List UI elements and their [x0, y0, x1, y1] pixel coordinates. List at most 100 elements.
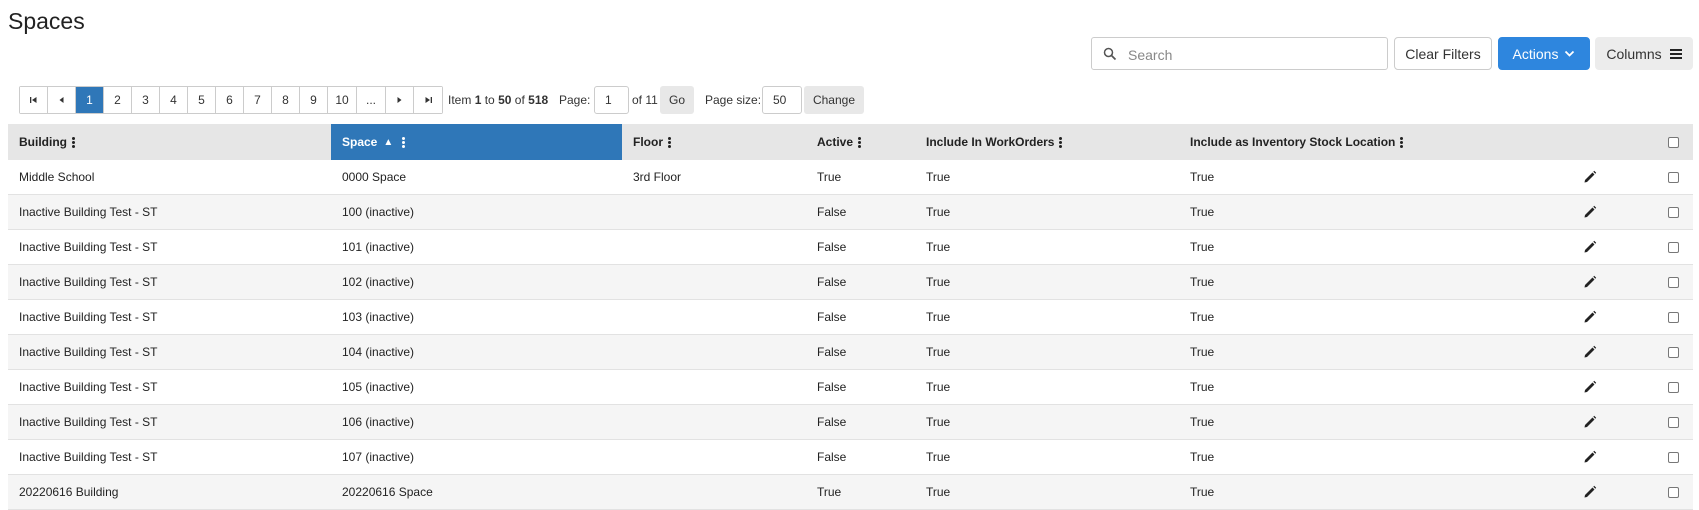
edit-pencil-icon[interactable]	[1583, 415, 1597, 429]
cell-active: False	[817, 310, 847, 324]
table-row[interactable]: Inactive Building Test - ST 101 (inactive…	[8, 230, 1693, 265]
table-row[interactable]: Inactive Building Test - ST 104 (inactive…	[8, 335, 1693, 370]
search-input[interactable]	[1126, 42, 1380, 67]
edit-pencil-icon[interactable]	[1583, 310, 1597, 324]
change-page-size-button[interactable]: Change	[804, 86, 864, 114]
cell-space: 106 (inactive)	[342, 415, 415, 429]
page-number: 3	[142, 93, 149, 107]
column-menu-icon[interactable]	[1059, 136, 1063, 149]
column-header-space[interactable]: Space ▲	[331, 124, 622, 160]
of-pages-label: of 11	[632, 93, 658, 107]
table-row[interactable]: Inactive Building Test - ST 100 (inactive…	[8, 195, 1693, 230]
cell-floor	[622, 475, 806, 509]
column-header-active[interactable]: Active	[806, 124, 915, 160]
cell-space: 102 (inactive)	[342, 275, 415, 289]
item-prefix: Item	[448, 93, 472, 107]
last-page-icon	[425, 97, 432, 103]
edit-pencil-icon[interactable]	[1583, 205, 1597, 219]
page-number: 6	[226, 93, 233, 107]
page-5-button[interactable]: 5	[188, 87, 216, 113]
cell-building: Inactive Building Test - ST	[19, 205, 158, 219]
row-select-checkbox[interactable]	[1668, 312, 1679, 323]
row-select-checkbox[interactable]	[1668, 487, 1679, 498]
page-4-button[interactable]: 4	[160, 87, 188, 113]
edit-pencil-icon[interactable]	[1583, 450, 1597, 464]
page-2-button[interactable]: 2	[104, 87, 132, 113]
column-header-floor[interactable]: Floor	[622, 124, 806, 160]
actions-button[interactable]: Actions	[1498, 37, 1590, 70]
edit-pencil-icon[interactable]	[1583, 240, 1597, 254]
page-6-button[interactable]: 6	[216, 87, 244, 113]
table-row[interactable]: Middle School 0000 Space 3rd Floor True True…	[8, 160, 1693, 195]
cell-include-in-workorders: True	[926, 380, 951, 394]
cell-include-inventory: True	[1190, 485, 1215, 499]
column-title: Include In WorkOrders	[926, 135, 1055, 149]
edit-pencil-icon[interactable]	[1583, 380, 1597, 394]
last-page-button[interactable]	[414, 87, 442, 113]
menu-lines-icon	[1669, 48, 1682, 59]
next-page-button[interactable]	[386, 87, 414, 113]
row-select-checkbox[interactable]	[1668, 242, 1679, 253]
row-select-checkbox[interactable]	[1668, 277, 1679, 288]
item-of-word: of	[514, 93, 525, 107]
column-header-include-in-workorders[interactable]: Include In WorkOrders	[915, 124, 1179, 160]
clear-filters-label: Clear Filters	[1405, 45, 1481, 62]
sort-ascending-icon: ▲	[383, 136, 394, 148]
first-page-icon	[30, 97, 37, 103]
row-select-checkbox[interactable]	[1668, 382, 1679, 393]
column-header-building[interactable]: Building	[8, 124, 331, 160]
cell-active: False	[817, 415, 847, 429]
search-icon	[1103, 47, 1117, 61]
page-3-button[interactable]: 3	[132, 87, 160, 113]
row-select-checkbox[interactable]	[1668, 452, 1679, 463]
table-row[interactable]: Inactive Building Test - ST 105 (inactive…	[8, 370, 1693, 405]
edit-pencil-icon[interactable]	[1583, 345, 1597, 359]
select-all-checkbox[interactable]	[1668, 137, 1679, 148]
page-8-button[interactable]: 8	[272, 87, 300, 113]
cell-include-inventory: True	[1190, 275, 1215, 289]
columns-label: Columns	[1606, 45, 1662, 62]
table-row[interactable]: 20220616 Building 20220616 Space True True T…	[8, 475, 1693, 510]
column-menu-icon[interactable]	[1400, 136, 1404, 149]
row-select-checkbox[interactable]	[1668, 417, 1679, 428]
table-row[interactable]: Inactive Building Test - ST 107 (inactive…	[8, 440, 1693, 475]
page-7-button[interactable]: 7	[244, 87, 272, 113]
cell-floor	[622, 230, 806, 264]
page-9-button[interactable]: 9	[300, 87, 328, 113]
edit-pencil-icon[interactable]	[1583, 170, 1597, 184]
column-menu-icon[interactable]	[668, 136, 671, 149]
cell-include-in-workorders: True	[926, 415, 951, 429]
page-size-input[interactable]	[762, 86, 802, 114]
column-menu-icon[interactable]	[402, 136, 406, 149]
column-menu-icon[interactable]	[72, 136, 75, 149]
columns-button[interactable]: Columns	[1595, 37, 1693, 70]
more-pages-button[interactable]: ...	[357, 87, 386, 113]
actions-label: Actions	[1512, 45, 1559, 62]
item-to-word: to	[484, 93, 495, 107]
edit-pencil-icon[interactable]	[1583, 485, 1597, 499]
row-select-checkbox[interactable]	[1668, 347, 1679, 358]
clear-filters-button[interactable]: Clear Filters	[1394, 37, 1492, 70]
cell-space: 107 (inactive)	[342, 450, 415, 464]
table-row[interactable]: Inactive Building Test - ST 106 (inactive…	[8, 405, 1693, 440]
table-row[interactable]: Inactive Building Test - ST 103 (inactive…	[8, 300, 1693, 335]
page-1-button[interactable]: 1	[76, 87, 104, 113]
change-label: Change	[812, 93, 856, 107]
cell-include-in-workorders: True	[926, 240, 951, 254]
page-10-button[interactable]: 10	[328, 87, 357, 113]
prev-page-button[interactable]	[48, 87, 76, 113]
cell-include-inventory: True	[1190, 345, 1215, 359]
table-row[interactable]: Inactive Building Test - ST 102 (inactive…	[8, 265, 1693, 300]
column-header-include-inventory[interactable]: Include as Inventory Stock Location	[1179, 124, 1479, 160]
page-number-input[interactable]	[594, 86, 629, 114]
search-box[interactable]	[1091, 37, 1388, 70]
column-menu-icon[interactable]	[858, 136, 862, 149]
row-select-checkbox[interactable]	[1668, 207, 1679, 218]
go-button[interactable]: Go	[660, 86, 694, 114]
cell-building: 20220616 Building	[19, 485, 119, 499]
row-select-checkbox[interactable]	[1668, 172, 1679, 183]
first-page-button[interactable]	[20, 87, 48, 113]
edit-pencil-icon[interactable]	[1583, 275, 1597, 289]
cell-active: True	[817, 170, 842, 184]
cell-include-in-workorders: True	[926, 205, 951, 219]
